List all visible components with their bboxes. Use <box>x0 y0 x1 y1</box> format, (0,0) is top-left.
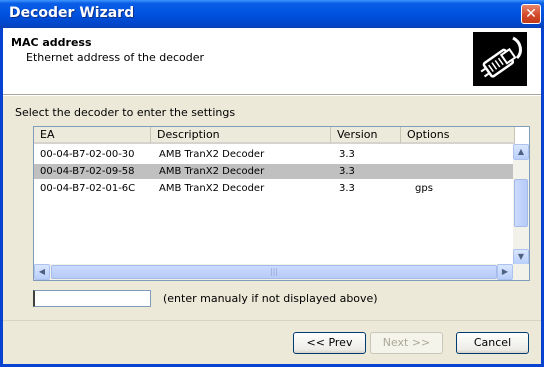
description-cell: AMB TranX2 Decoder <box>159 166 265 177</box>
column-header-version[interactable]: Version <box>331 127 401 144</box>
ethernet-plug-icon <box>473 32 527 86</box>
ea-cell: 00-04-B7-02-09-58 <box>40 166 135 177</box>
table-row-selected[interactable]: 00-04-B7-02-09-58 AMB TranX2 Decoder 3.3 <box>34 164 515 179</box>
scroll-right-icon[interactable]: ▶ <box>497 264 513 280</box>
decoder-list[interactable]: EA Description Version Options 00-04-B7-… <box>33 126 530 281</box>
column-header-description[interactable]: Description <box>151 127 331 144</box>
next-button[interactable]: Next >> <box>370 332 443 354</box>
grip-icon: ||| <box>269 267 279 276</box>
manual-ea-input[interactable] <box>33 290 151 307</box>
footer-divider <box>3 320 541 321</box>
close-button[interactable]: ✕ <box>521 4 541 24</box>
description-cell: AMB TranX2 Decoder <box>159 183 265 194</box>
column-header-ea[interactable]: EA <box>34 127 151 144</box>
cancel-button[interactable]: Cancel <box>456 332 529 354</box>
scroll-down-icon[interactable]: ▼ <box>513 249 529 265</box>
step-subtitle: Ethernet address of the decoder <box>26 51 205 64</box>
wizard-header: MAC address Ethernet address of the deco… <box>3 28 541 95</box>
prev-button[interactable]: << Prev <box>293 332 366 354</box>
header-divider <box>3 95 541 96</box>
description-cell: AMB TranX2 Decoder <box>159 149 265 160</box>
version-cell: 3.3 <box>339 149 355 160</box>
table-row[interactable]: 00-04-B7-02-00-30 AMB TranX2 Decoder 3.3 <box>34 147 515 162</box>
scroll-up-icon[interactable]: ▲ <box>513 144 529 160</box>
version-cell: 3.3 <box>339 183 355 194</box>
horizontal-scroll-thumb[interactable]: ||| <box>51 265 497 279</box>
step-title: MAC address <box>11 36 92 49</box>
ea-cell: 00-04-B7-02-01-6C <box>40 183 136 194</box>
vertical-scroll-thumb[interactable] <box>514 179 528 227</box>
window-title: Decoder Wizard <box>9 5 135 21</box>
options-cell: gps <box>415 183 433 194</box>
title-bar[interactable]: Decoder Wizard ✕ <box>0 0 544 28</box>
version-cell: 3.3 <box>339 166 355 177</box>
horizontal-scrollbar[interactable]: ◀ ||| ▶ <box>34 264 529 280</box>
decoder-wizard-window: Decoder Wizard ✕ MAC address Ethernet ad… <box>0 0 544 367</box>
manual-entry-hint: (enter manualy if not displayed above) <box>163 292 378 305</box>
vertical-scrollbar[interactable]: ▲ ▼ <box>513 144 529 265</box>
scroll-left-icon[interactable]: ◀ <box>34 264 50 280</box>
table-row[interactable]: 00-04-B7-02-01-6C AMB TranX2 Decoder 3.3… <box>34 181 515 196</box>
select-decoder-prompt: Select the decoder to enter the settings <box>15 106 236 119</box>
ea-cell: 00-04-B7-02-00-30 <box>40 149 135 160</box>
column-header-options[interactable]: Options <box>401 127 515 144</box>
